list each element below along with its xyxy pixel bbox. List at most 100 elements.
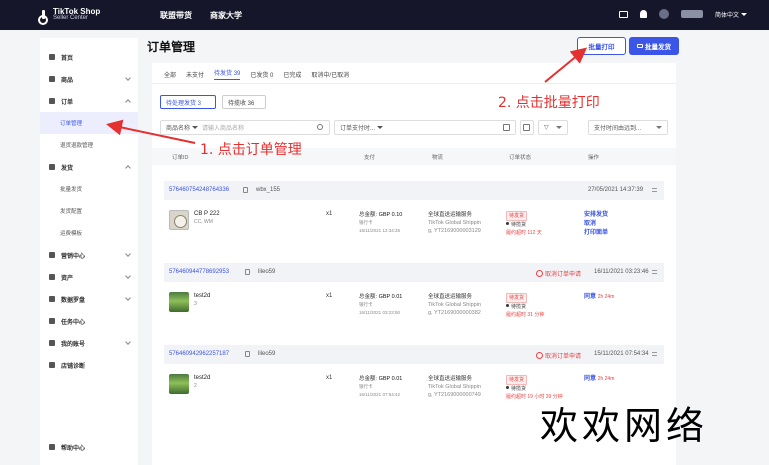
more-icon[interactable] [652, 188, 657, 192]
countdown-timer: 2h 24m [597, 376, 615, 382]
batch-ship-button[interactable]: 批量发货 [629, 37, 679, 55]
product-name[interactable]: test2d [194, 375, 210, 381]
box-icon [49, 76, 55, 82]
logistics-info: 全球直送运输服务 TikTok Global Shippin g, YT2169… [428, 376, 481, 398]
annotation-step-2: 2. 点击批量打印 [498, 95, 600, 111]
mail-icon[interactable] [618, 10, 628, 18]
sidebar-item-shop-diagnosis[interactable]: 店铺诊断 [40, 354, 138, 376]
product-thumbnail[interactable] [169, 374, 189, 394]
wallet-icon [49, 274, 55, 280]
logo-subtitle: Seller Center [53, 15, 89, 21]
cancel-request-badge[interactable]: 取消订单申请 [536, 351, 581, 360]
user-icon [49, 340, 55, 346]
bell-icon[interactable] [639, 10, 647, 18]
sidebar-item-orders[interactable]: 订单 [40, 90, 138, 112]
filter-icon: ▽ [544, 125, 549, 131]
chevron-down-icon [125, 251, 131, 257]
chevron-down-icon [741, 13, 747, 17]
chart-icon [49, 296, 55, 302]
watermark: 欢欢网络 [540, 404, 709, 448]
order-id-link[interactable]: 576460944778692953 [169, 269, 229, 275]
annotation-step-1: 1. 点击订单管理 [200, 142, 302, 158]
quantity: x1 [326, 293, 333, 299]
order-time-range[interactable]: 订单支付时... [334, 120, 516, 135]
nav-seller-university[interactable]: 商家大学 [210, 10, 242, 21]
status-badge: 待发货 [506, 211, 528, 221]
copy-icon[interactable] [245, 351, 250, 357]
quantity: x1 [326, 211, 333, 217]
sidebar-item-batch-ship[interactable]: 批量发货 [40, 178, 138, 200]
sidebar-item-ship-config[interactable]: 发货配置 [40, 200, 138, 222]
tab-unpaid[interactable]: 未支付 [186, 70, 204, 79]
sidebar-item-returns[interactable]: 退货退款管理 [40, 134, 138, 156]
tab-shipped[interactable]: 已发货 0 [250, 70, 273, 79]
cancel-link[interactable]: 取消 [584, 220, 608, 229]
tab-cancelled[interactable]: 取消中/已取消 [311, 70, 349, 79]
chip-awaiting-pickup[interactable]: 待揽收 36 [222, 95, 266, 109]
quantity: x1 [326, 375, 333, 381]
batch-print-button[interactable]: 批量打印 [577, 37, 626, 55]
avatar[interactable] [658, 9, 669, 19]
print-label-link[interactable]: 打印面单 [584, 229, 608, 238]
col-actions: 操作 [588, 155, 600, 161]
more-icon[interactable] [652, 270, 657, 274]
col-order-status: 订单状态 [509, 155, 532, 161]
col-logistics: 物流 [432, 155, 444, 161]
sort-select[interactable]: 支付时间由远到... [588, 120, 668, 135]
home-icon [49, 54, 55, 60]
tab-all[interactable]: 全部 [164, 70, 176, 79]
chevron-down-icon [656, 126, 662, 129]
sidebar-item-freight-template[interactable]: 运费模板 [40, 222, 138, 244]
product-name[interactable]: test2d [194, 293, 210, 299]
agree-link[interactable]: 同意 [584, 376, 596, 382]
order-header: 576460944778692953 lileo59 取消订单申请 16/11/… [164, 263, 664, 282]
copy-icon[interactable] [243, 187, 248, 193]
grid-toggle[interactable] [520, 120, 534, 135]
payment-info: 总金额: GBP 0.01 银行卡 16/11/2021 03:23:50 [359, 294, 403, 315]
chevron-down-icon [125, 75, 131, 81]
sidebar-item-my-account[interactable]: 我的账号 [40, 332, 138, 354]
chevron-down-icon [125, 295, 131, 301]
product-thumbnail[interactable] [169, 210, 189, 230]
sidebar: 首页 商品 订单 订单管理 退货退款管理 发货 批量发货 发货配置 运费模板 营… [40, 38, 138, 465]
product-variant: 3 [194, 301, 197, 307]
order-actions: 同意 2h 24m [584, 375, 614, 384]
table-row: 576460944778692953 lileo59 取消订单申请 16/11/… [164, 263, 664, 333]
sidebar-item-task-center[interactable]: 任务中心 [40, 310, 138, 332]
sidebar-item-order-management[interactable]: 订单管理 [40, 112, 138, 134]
account-name-blurred[interactable] [680, 10, 703, 18]
copy-icon[interactable] [245, 269, 250, 275]
arrange-ship-link[interactable]: 安排发货 [584, 211, 608, 220]
sidebar-item-assets[interactable]: 资产 [40, 266, 138, 288]
more-icon[interactable] [652, 352, 657, 356]
filter-dropdown[interactable]: ▽ [538, 120, 568, 135]
language-selector[interactable]: 简体中文 [715, 10, 747, 19]
product-variant: CC, WM [194, 219, 213, 225]
nav-affiliate[interactable]: 联盟带货 [160, 10, 192, 21]
product-search-input[interactable]: 商品名称 请输入商品名称 [160, 120, 330, 135]
product-name[interactable]: CB P 222 [194, 211, 220, 217]
help-icon [49, 444, 55, 450]
sidebar-item-home[interactable]: 首页 [40, 46, 138, 68]
tiktok-shop-logo[interactable]: TikTok Shop Seller Center [0, 8, 150, 25]
tab-to-ship[interactable]: 待发货 39 [214, 68, 241, 80]
agree-link[interactable]: 同意 [584, 294, 596, 300]
sidebar-item-shipping[interactable]: 发货 [40, 156, 138, 178]
order-id-link[interactable]: 576460754248764336 [169, 187, 229, 193]
tab-completed[interactable]: 已完成 [283, 70, 301, 79]
sidebar-item-products[interactable]: 商品 [40, 68, 138, 90]
product-thumbnail[interactable] [169, 292, 189, 312]
sidebar-item-data-compass[interactable]: 数据罗盘 [40, 288, 138, 310]
late-warning: 履约超时 112 天 [506, 230, 542, 236]
order-actions: 同意 2h 24m [584, 293, 614, 302]
cancel-request-badge[interactable]: 取消订单申请 [536, 269, 581, 278]
chip-pending-ship[interactable]: 待处理发货 3 [160, 95, 216, 109]
grid-icon [523, 124, 530, 131]
order-id-link[interactable]: 576460942962257187 [169, 351, 229, 357]
sidebar-item-marketing[interactable]: 营销中心 [40, 244, 138, 266]
megaphone-icon [49, 252, 55, 258]
sidebar-item-help-center[interactable]: 帮助中心 [40, 436, 138, 458]
order-actions: 安排发货 取消 打印面单 [584, 211, 608, 238]
order-status: 待发货 待揽货 履约超时 31 分钟 [506, 293, 545, 318]
product-variant: 2 [194, 383, 197, 389]
